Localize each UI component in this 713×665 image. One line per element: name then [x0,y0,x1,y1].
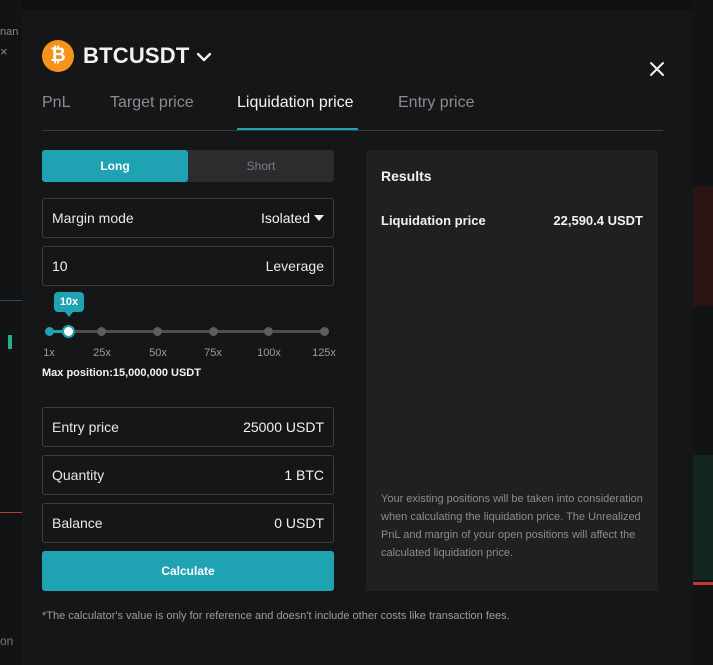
margin-mode-value: Isolated [260,210,310,226]
background-price-line [0,512,22,513]
leverage-slider-track[interactable] [49,330,324,333]
long-button[interactable]: Long [42,150,188,182]
quantity-value: 1 BTC [284,467,324,483]
slider-tick-1x[interactable] [45,327,54,336]
quantity-label: Quantity [52,467,105,483]
background-text-fragment: nan [0,26,19,38]
entry-price-input[interactable]: Entry price 25000 USDT [42,407,334,447]
tab-target-price[interactable]: Target price [110,94,194,112]
slider-label-100x: 100x [257,347,281,359]
leverage-label: Leverage [265,258,324,274]
leverage-slider-thumb[interactable] [62,325,75,338]
background-price-marker [693,582,713,585]
bitcoin-icon: ₿ [42,40,74,72]
background-app-left: nan × on [0,0,22,665]
pair-selector[interactable]: ₿ BTCUSDT [42,40,212,72]
slider-label-75x: 75x [204,347,222,359]
background-text-fragment: on [0,634,14,648]
balance-input[interactable]: Balance 0 USDT [42,503,334,543]
liquidation-price-label: Liquidation price [381,213,486,228]
close-icon[interactable] [649,61,665,77]
short-button[interactable]: Short [188,150,334,182]
tab-bar: PnL Target price Liquidation price Entry… [42,94,663,131]
calculator-modal: ₿ BTCUSDT PnL Target price Liquidation p… [22,10,693,665]
leverage-value: 10 [52,258,68,274]
entry-price-label: Entry price [52,419,119,435]
margin-mode-value-wrap: Isolated [261,210,324,226]
slider-tick-50x[interactable] [153,327,162,336]
background-close-icon: × [0,44,8,59]
liquidation-price-value: 22,590.4 USDT [553,213,643,228]
slider-label-125x: 125x [312,347,336,359]
tab-liquidation-price[interactable]: Liquidation price [237,94,354,112]
background-candle [8,335,12,349]
results-panel: Results Liquidation price 22,590.4 USDT … [366,150,658,591]
slider-tick-100x[interactable] [264,327,273,336]
margin-mode-select[interactable]: Margin mode Isolated [42,198,334,238]
slider-tick-75x[interactable] [209,327,218,336]
side-toggle: Long Short [42,150,334,182]
calculate-button[interactable]: Calculate [42,551,334,591]
leverage-tooltip: 10x [54,292,84,312]
background-orderbook-bids [693,455,713,580]
slider-label-25x: 25x [93,347,111,359]
balance-value: 0 USDT [274,515,324,531]
quantity-input[interactable]: Quantity 1 BTC [42,455,334,495]
active-tab-indicator [237,128,358,130]
background-chart-line [0,300,22,301]
leverage-input[interactable]: 10 Leverage [42,246,334,286]
max-position: Max position:15,000,000 USDT [42,367,201,379]
pair-title[interactable]: BTCUSDT [83,43,190,69]
background-app-right [693,0,713,665]
chevron-down-icon[interactable] [196,52,212,62]
slider-tick-25x[interactable] [97,327,106,336]
leverage-tooltip-tail [65,312,73,317]
results-note: Your existing positions will be taken in… [381,493,643,559]
caret-down-icon [314,215,324,221]
background-orderbook-asks [693,186,713,306]
margin-mode-label: Margin mode [52,210,134,226]
slider-label-50x: 50x [149,347,167,359]
slider-tick-125x[interactable] [320,327,329,336]
balance-label: Balance [52,515,103,531]
slider-label-1x: 1x [43,347,55,359]
disclaimer-text: *The calculator's value is only for refe… [42,610,510,622]
entry-price-value: 25000 USDT [243,419,324,435]
tab-pnl[interactable]: PnL [42,94,70,112]
tab-entry-price[interactable]: Entry price [398,94,474,112]
results-title: Results [381,168,432,184]
